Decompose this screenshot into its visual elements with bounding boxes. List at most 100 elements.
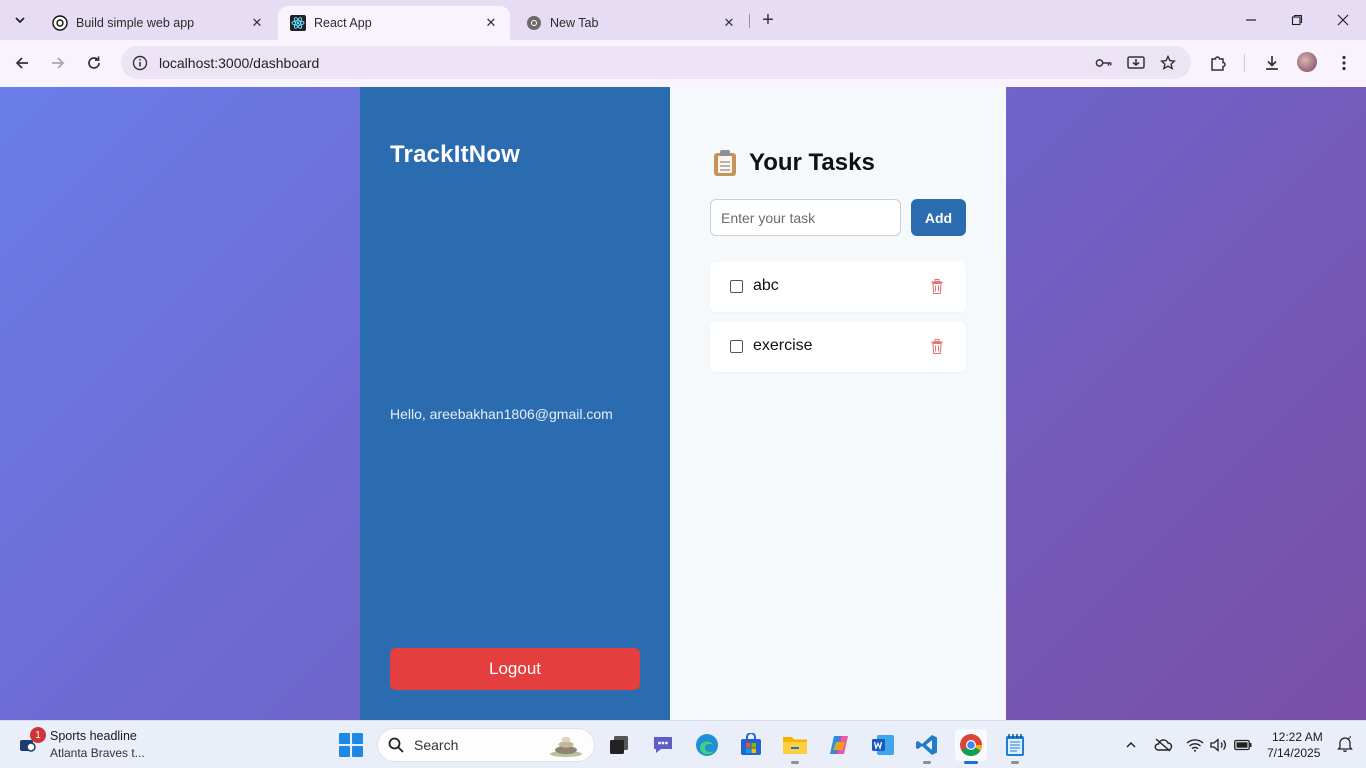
taskbar-app-file-explorer[interactable] <box>779 729 811 764</box>
extensions-button[interactable] <box>1206 51 1230 75</box>
tab-new-tab[interactable]: New Tab ✕ <box>514 6 748 40</box>
brand-title: TrackItNow <box>390 141 521 168</box>
chrome-icon <box>526 15 542 31</box>
tab-react-app[interactable]: React App ✕ <box>278 6 510 40</box>
taskbar-app-teams[interactable] <box>647 729 679 761</box>
tray-onedrive[interactable] <box>1151 733 1175 757</box>
running-indicator <box>1011 761 1019 764</box>
reload-icon <box>88 56 100 69</box>
edge-icon <box>696 734 718 756</box>
tasks-panel: Your Tasks Add abc exercise <box>670 87 1006 720</box>
page-viewport: TrackItNow Hello, areebakhan1806@gmail.c… <box>0 87 1366 720</box>
taskbar-app-edge[interactable] <box>691 729 723 761</box>
arrow-right-icon <box>52 57 65 69</box>
minimize-button[interactable] <box>1228 0 1274 40</box>
copilot-icon <box>830 736 848 754</box>
install-app-icon[interactable] <box>1127 54 1145 72</box>
add-task-button[interactable]: Add <box>911 199 966 236</box>
taskbar-app-copilot[interactable] <box>823 729 855 761</box>
password-key-icon[interactable] <box>1095 54 1113 72</box>
clock-time: 12:22 AM <box>1272 730 1323 744</box>
tray-wifi[interactable] <box>1183 733 1207 757</box>
tray-overflow-button[interactable] <box>1119 733 1143 757</box>
arrow-left-icon <box>15 57 28 69</box>
tab-title: Build simple web app <box>76 16 195 30</box>
chatgpt-icon <box>52 15 68 31</box>
plus-icon: + <box>762 8 774 31</box>
tray-volume[interactable] <box>1207 733 1231 757</box>
browser-tab-strip: Build simple web app ✕ React App ✕ New T… <box>0 0 1366 40</box>
task-item: abc <box>710 262 966 312</box>
wifi-icon <box>1186 739 1204 752</box>
volume-icon <box>1210 738 1226 752</box>
cloud-offline-icon <box>1154 738 1173 752</box>
download-icon <box>1266 56 1278 70</box>
forward-button[interactable] <box>43 48 73 78</box>
news-subtitle: Atlanta Braves t... <box>50 746 145 760</box>
task-view-icon <box>610 736 628 754</box>
task-input[interactable] <box>710 199 901 236</box>
minimize-icon <box>1246 19 1256 21</box>
meet-chat-icon <box>654 737 672 753</box>
running-indicator <box>964 761 978 764</box>
notification-badge: 1 <box>30 727 46 743</box>
taskbar-app-chrome[interactable] <box>955 729 987 764</box>
new-tab-button[interactable]: + <box>756 8 780 32</box>
taskbar: 1 Sports headline Atlanta Braves t... Se… <box>0 720 1366 768</box>
running-indicator <box>923 761 931 764</box>
user-greeting: Hello, areebakhan1806@gmail.com <box>390 406 613 422</box>
word-icon <box>872 735 894 755</box>
taskbar-app-task-view[interactable] <box>603 729 635 761</box>
trash-icon[interactable] <box>931 279 943 294</box>
task-item: exercise <box>710 322 966 372</box>
task-checkbox[interactable] <box>730 280 743 293</box>
taskbar-app-vscode[interactable] <box>911 729 943 764</box>
chrome-icon <box>960 734 982 756</box>
tasks-heading: Your Tasks <box>714 149 875 177</box>
start-button[interactable] <box>339 733 363 757</box>
restore-icon <box>1291 14 1303 26</box>
notification-bell-icon[interactable] <box>1336 735 1354 753</box>
close-tab-icon[interactable]: ✕ <box>720 14 738 32</box>
tab-search-button[interactable] <box>6 6 34 34</box>
vscode-icon <box>916 735 937 755</box>
notepad-icon <box>1006 734 1024 756</box>
taskbar-app-notepad[interactable] <box>999 729 1031 764</box>
search-icon <box>388 737 404 753</box>
store-icon <box>741 733 761 755</box>
profile-avatar[interactable] <box>1297 52 1317 72</box>
trash-icon[interactable] <box>931 339 943 354</box>
tab-build-simple-web-app[interactable]: Build simple web app ✕ <box>40 6 276 40</box>
battery-icon <box>1234 739 1252 751</box>
downloads-button[interactable] <box>1260 51 1284 75</box>
back-button[interactable] <box>7 48 37 78</box>
url-text[interactable]: localhost:3000/dashboard <box>159 55 319 71</box>
taskbar-search[interactable]: Search <box>377 728 595 762</box>
close-tab-icon[interactable]: ✕ <box>248 14 266 32</box>
sidebar: TrackItNow Hello, areebakhan1806@gmail.c… <box>360 87 670 720</box>
chrome-menu-button[interactable] <box>1332 51 1356 75</box>
close-tab-icon[interactable]: ✕ <box>482 14 500 32</box>
taskbar-app-word[interactable] <box>867 729 899 761</box>
task-label: exercise <box>753 337 813 354</box>
logout-button[interactable]: Logout <box>390 648 640 690</box>
tab-title: New Tab <box>550 16 599 30</box>
site-info-icon[interactable] <box>123 55 157 71</box>
more-vertical-icon <box>1342 55 1346 71</box>
react-icon <box>290 15 306 31</box>
taskbar-app-store[interactable] <box>735 729 767 761</box>
restore-button[interactable] <box>1274 0 1320 40</box>
task-checkbox[interactable] <box>730 340 743 353</box>
tray-battery[interactable] <box>1231 733 1255 757</box>
chevron-up-icon <box>1126 741 1136 748</box>
reload-button[interactable] <box>79 48 109 78</box>
close-window-button[interactable] <box>1320 0 1366 40</box>
clock-date: 7/14/2025 <box>1267 746 1321 760</box>
browser-toolbar: localhost:3000/dashboard <box>0 40 1366 87</box>
bookmark-star-icon[interactable] <box>1159 54 1177 72</box>
clipboard-icon <box>714 150 736 176</box>
news-title: Sports headline <box>50 729 137 743</box>
pebbles-icon <box>550 737 582 757</box>
puzzle-icon <box>1211 56 1226 71</box>
address-bar[interactable]: localhost:3000/dashboard <box>121 46 1191 79</box>
